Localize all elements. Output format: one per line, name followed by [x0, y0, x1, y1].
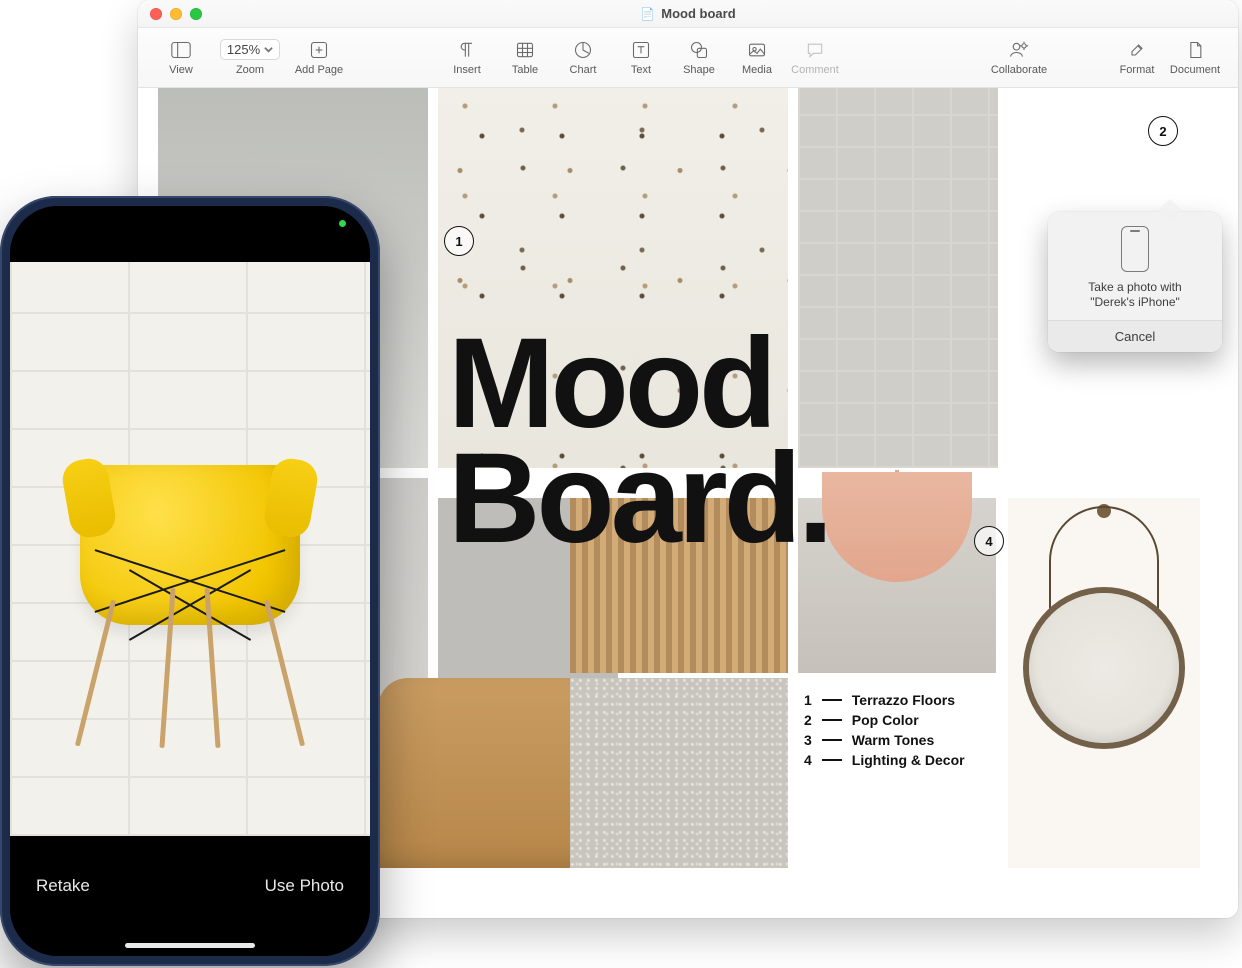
mood-image-round-mirror[interactable] [1008, 498, 1200, 868]
media-label: Media [742, 64, 772, 76]
add-page-label: Add Page [295, 64, 343, 76]
zoom-value: 125% [227, 42, 260, 57]
comment-icon [804, 40, 826, 60]
shape-button[interactable]: Shape [670, 33, 728, 83]
document-proxy-icon: 📄 [640, 7, 655, 21]
sidebar-icon [170, 40, 192, 60]
legend-row: 4Lighting & Decor [804, 752, 965, 768]
shape-label: Shape [683, 64, 715, 76]
cancel-button[interactable]: Cancel [1048, 320, 1222, 352]
view-button[interactable]: View [152, 33, 210, 83]
document-icon [1184, 40, 1206, 60]
legend-row: 3Warm Tones [804, 732, 965, 748]
text-label: Text [631, 64, 651, 76]
popover-text-2: "Derek's iPhone" [1090, 295, 1180, 309]
home-indicator[interactable] [125, 943, 255, 948]
pilcrow-icon [456, 40, 478, 60]
document-label: Document [1170, 64, 1220, 76]
comment-label: Comment [791, 64, 839, 76]
zoom-label: Zoom [236, 64, 264, 76]
collaborate-label: Collaborate [991, 64, 1047, 76]
format-button[interactable]: Format [1108, 33, 1166, 83]
chart-label: Chart [570, 64, 597, 76]
iphone-outline-icon [1121, 226, 1149, 272]
page-title[interactable]: Mood Board. [448, 326, 829, 556]
titlebar[interactable]: 📄 Mood board [138, 0, 1238, 28]
legend-row: 1Terrazzo Floors [804, 692, 965, 708]
table-label: Table [512, 64, 538, 76]
text-button[interactable]: Text [612, 33, 670, 83]
callout-badge-4[interactable]: 4 [974, 526, 1004, 556]
document-button[interactable]: Document [1166, 33, 1224, 83]
insert-label: Insert [453, 64, 481, 76]
chair-photo [55, 418, 325, 748]
shape-icon [688, 40, 710, 60]
table-button[interactable]: Table [496, 33, 554, 83]
callout-badge-2[interactable]: 2 [1148, 116, 1178, 146]
zoom-control[interactable]: 125% Zoom [210, 33, 290, 83]
iphone-device: Retake Use Photo [0, 196, 380, 966]
camera-active-indicator-icon [339, 220, 346, 227]
camera-preview[interactable] [10, 262, 370, 836]
collaborate-icon [1008, 40, 1030, 60]
media-button[interactable]: Media [728, 33, 786, 83]
zoom-icon[interactable] [190, 8, 202, 20]
insert-button[interactable]: Insert [438, 33, 496, 83]
format-label: Format [1120, 64, 1155, 76]
continuity-camera-popover: Take a photo with"Derek's iPhone" Cancel [1048, 212, 1222, 352]
use-photo-button[interactable]: Use Photo [265, 876, 344, 896]
legend-row: 2Pop Color [804, 712, 965, 728]
add-page-button[interactable]: Add Page [290, 33, 348, 83]
collaborate-button[interactable]: Collaborate [990, 33, 1048, 83]
document-title-text: Mood board [661, 6, 735, 21]
chart-button[interactable]: Chart [554, 33, 612, 83]
add-page-icon [308, 40, 330, 60]
popover-text-1: Take a photo with [1088, 280, 1181, 294]
callout-badge-1[interactable]: 1 [444, 226, 474, 256]
table-icon [514, 40, 536, 60]
iphone-notch [115, 206, 265, 234]
close-icon[interactable] [150, 8, 162, 20]
chart-icon [572, 40, 594, 60]
camera-controls: Retake Use Photo [10, 836, 370, 956]
format-icon [1126, 40, 1148, 60]
legend[interactable]: 1Terrazzo Floors 2Pop Color 3Warm Tones … [804, 688, 965, 772]
retake-button[interactable]: Retake [36, 876, 90, 896]
minimize-icon[interactable] [170, 8, 182, 20]
window-controls [150, 8, 202, 20]
text-icon [630, 40, 652, 60]
mood-image-rug[interactable] [570, 678, 788, 868]
toolbar: View 125% Zoom Add Page Insert Table Cha… [138, 28, 1238, 88]
media-icon [746, 40, 768, 60]
view-label: View [169, 64, 193, 76]
document-title: 📄 Mood board [138, 6, 1238, 21]
comment-button[interactable]: Comment [786, 33, 844, 83]
